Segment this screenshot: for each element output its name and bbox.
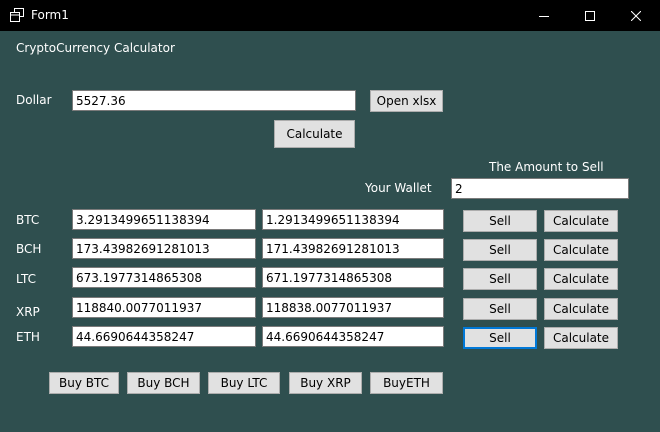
xrp-value-input[interactable] [72, 297, 256, 318]
ltc-sell-button[interactable]: Sell [463, 268, 537, 290]
app-window: Form1 CryptoCurrency Calculator Dollar O… [0, 0, 660, 432]
buy-xrp-button[interactable]: Buy XRP [289, 372, 362, 394]
dollar-label: Dollar [16, 93, 52, 107]
buy-eth-button[interactable]: BuyETH [370, 372, 443, 394]
buy-btc-button[interactable]: Buy BTC [49, 372, 119, 394]
btc-label: BTC [16, 213, 40, 227]
eth-label: ETH [16, 330, 40, 344]
title-bar[interactable]: Form1 [0, 0, 660, 31]
amount-to-sell-label: The Amount to Sell [489, 160, 604, 174]
xrp-wallet-input[interactable] [262, 297, 444, 318]
btc-wallet-input[interactable] [262, 209, 444, 230]
bch-calculate-button[interactable]: Calculate [544, 239, 618, 261]
bch-wallet-input[interactable] [262, 238, 444, 259]
open-xlsx-button[interactable]: Open xlsx [370, 90, 443, 112]
maximize-icon [585, 10, 595, 21]
minimize-button[interactable] [521, 0, 567, 31]
ltc-calculate-button[interactable]: Calculate [544, 268, 618, 290]
eth-sell-button[interactable]: Sell [463, 327, 537, 349]
eth-calculate-button[interactable]: Calculate [544, 327, 618, 349]
btc-sell-button[interactable]: Sell [463, 210, 537, 232]
dollar-input[interactable] [72, 90, 356, 111]
ltc-label: LTC [16, 272, 37, 286]
amount-to-sell-input[interactable] [451, 178, 629, 199]
window-app-icon [10, 8, 24, 22]
window-title: Form1 [31, 8, 69, 22]
app-heading: CryptoCurrency Calculator [16, 41, 175, 55]
eth-value-input[interactable] [72, 326, 256, 347]
xrp-sell-button[interactable]: Sell [463, 298, 537, 320]
buy-ltc-button[interactable]: Buy LTC [208, 372, 280, 394]
btc-value-input[interactable] [72, 209, 256, 230]
buy-bch-button[interactable]: Buy BCH [127, 372, 200, 394]
maximize-button[interactable] [567, 0, 613, 31]
your-wallet-label: Your Wallet [365, 181, 432, 195]
bch-value-input[interactable] [72, 238, 256, 259]
xrp-label: XRP [16, 305, 40, 319]
minimize-icon [539, 15, 549, 17]
close-icon [631, 10, 641, 21]
close-button[interactable] [613, 0, 659, 31]
btc-calculate-button[interactable]: Calculate [544, 210, 618, 232]
eth-wallet-input[interactable] [262, 326, 444, 347]
bch-label: BCH [16, 242, 42, 256]
xrp-calculate-button[interactable]: Calculate [544, 298, 618, 320]
ltc-wallet-input[interactable] [262, 267, 444, 288]
ltc-value-input[interactable] [72, 267, 256, 288]
bch-sell-button[interactable]: Sell [463, 239, 537, 261]
calculate-button[interactable]: Calculate [274, 120, 355, 148]
